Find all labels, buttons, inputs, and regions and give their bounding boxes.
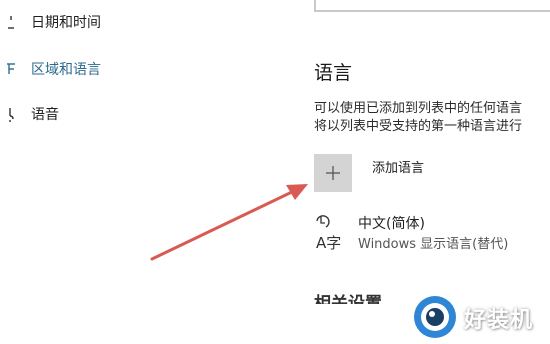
nav-item-label: 区域和语言 <box>31 62 101 78</box>
plus-icon <box>314 154 352 192</box>
nav-item-label: 日期和时间 <box>31 15 101 31</box>
language-settings-panel: 语言 可以使用已添加到列表中的任何语言 将以列表中受支持的第一种语言进行 添加语… <box>300 0 550 344</box>
nav-item-speech[interactable]: 语音 <box>0 94 240 134</box>
description-line: 可以使用已添加到列表中的任何语言 <box>314 101 523 116</box>
language-section-heading: 语言 <box>314 62 353 84</box>
microphone-icon <box>4 105 18 123</box>
language-icon: A字 <box>314 212 348 252</box>
add-language-button[interactable]: 添加语言 <box>314 152 544 196</box>
previous-section-frame <box>314 0 550 12</box>
language-name: 中文(简体) <box>358 216 425 232</box>
description-line: 将以列表中受支持的第一种语言进行 <box>314 119 523 134</box>
add-language-label: 添加语言 <box>372 161 425 176</box>
language-description: 可以使用已添加到列表中的任何语言 将以列表中受支持的第一种语言进行 <box>314 100 550 136</box>
svg-text:A字: A字 <box>316 234 341 252</box>
clock-icon <box>4 13 18 31</box>
language-subtitle: Windows 显示语言(替代) <box>358 237 509 252</box>
related-settings-heading: 相关设置 <box>314 294 382 304</box>
language-item-chinese-simplified[interactable]: A字 中文(简体) Windows 显示语言(替代) <box>314 210 550 256</box>
settings-nav-pane: 日期和时间 区域和语言 语音 <box>0 0 300 344</box>
nav-item-date-time[interactable]: 日期和时间 <box>0 2 240 42</box>
nav-item-label: 语音 <box>31 107 59 123</box>
nav-item-region-language[interactable]: 区域和语言 <box>0 49 240 89</box>
region-icon <box>4 60 18 78</box>
